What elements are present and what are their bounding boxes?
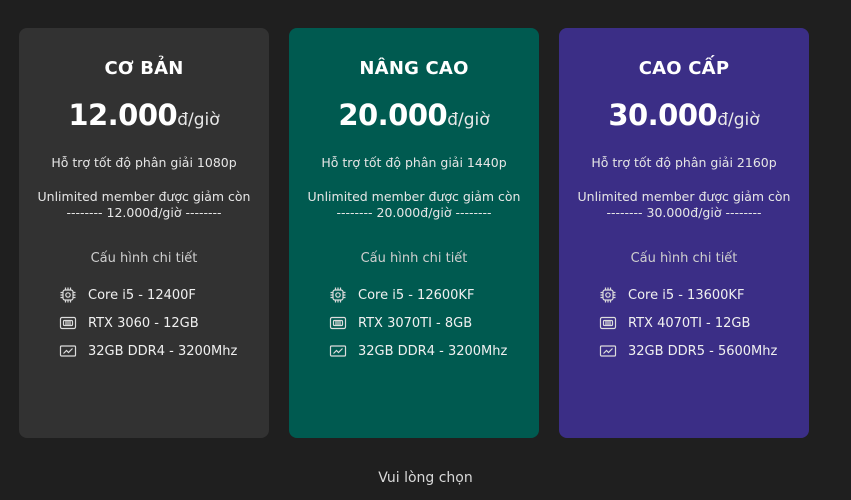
member-discount-line2: -------- 30.000đ/giờ --------: [606, 205, 762, 220]
spec-ram: 32GB DDR4 - 3200Mhz: [59, 337, 237, 365]
plan-price: 12.000đ/giờ: [19, 98, 269, 132]
member-discount: Unlimited member được giảm còn -------- …: [29, 189, 259, 221]
gpu-icon: [329, 314, 347, 332]
price-amount: 30.000: [608, 98, 718, 132]
member-discount: Unlimited member được giảm còn -------- …: [569, 189, 799, 221]
spec-list: Core i5 - 13600KF RTX 4070TI - 12GB 32GB…: [599, 281, 777, 365]
member-discount-line2: -------- 12.000đ/giờ --------: [66, 205, 222, 220]
price-unit: đ/giờ: [717, 110, 760, 130]
select-prompt: Vui lòng chọn: [378, 470, 473, 486]
ram-icon: [599, 342, 617, 360]
spec-label: Core i5 - 12400F: [88, 287, 196, 303]
spec-label: RTX 3060 - 12GB: [88, 315, 199, 331]
plan-card-basic[interactable]: CƠ BẢN 12.000đ/giờ Hỗ trợ tốt độ phân gi…: [19, 28, 269, 438]
spec-gpu: RTX 3060 - 12GB: [59, 309, 237, 337]
spec-label: 32GB DDR5 - 5600Mhz: [628, 343, 778, 359]
plan-title: CƠ BẢN: [104, 58, 184, 79]
cpu-icon: [329, 286, 347, 304]
price-amount: 20.000: [338, 98, 448, 132]
spec-list: Core i5 - 12400F RTX 3060 - 12GB 32GB DD…: [59, 281, 237, 365]
cpu-icon: [59, 286, 77, 304]
spec-ram: 32GB DDR4 - 3200Mhz: [329, 337, 507, 365]
member-discount-line1: Unlimited member được giảm còn: [307, 189, 521, 204]
price-unit: đ/giờ: [447, 110, 490, 130]
spec-list: Core i5 - 12600KF RTX 3070TI - 8GB 32GB …: [329, 281, 507, 365]
member-discount-line1: Unlimited member được giảm còn: [577, 189, 791, 204]
gpu-icon: [599, 314, 617, 332]
spec-cpu: Core i5 - 12400F: [59, 281, 237, 309]
plan-price: 20.000đ/giờ: [289, 98, 539, 132]
spec-label: 32GB DDR4 - 3200Mhz: [358, 343, 508, 359]
spec-gpu: RTX 3070TI - 8GB: [329, 309, 507, 337]
spec-label: Core i5 - 12600KF: [358, 287, 475, 303]
ram-icon: [329, 342, 347, 360]
plan-title: NÂNG CAO: [359, 58, 469, 79]
plan-title: CAO CẤP: [638, 58, 730, 79]
price-unit: đ/giờ: [177, 110, 220, 130]
spec-ram: 32GB DDR5 - 5600Mhz: [599, 337, 777, 365]
resolution-text: Hỗ trợ tốt độ phân giải 1440p: [321, 155, 507, 170]
plan-price: 30.000đ/giờ: [559, 98, 809, 132]
spec-label: 32GB DDR4 - 3200Mhz: [88, 343, 238, 359]
config-title: Cấu hình chi tiết: [630, 251, 738, 266]
config-title: Cấu hình chi tiết: [90, 251, 198, 266]
resolution-text: Hỗ trợ tốt độ phân giải 1080p: [51, 155, 237, 170]
cpu-icon: [599, 286, 617, 304]
spec-cpu: Core i5 - 13600KF: [599, 281, 777, 309]
member-discount-line2: -------- 20.000đ/giờ --------: [336, 205, 492, 220]
spec-label: RTX 4070TI - 12GB: [628, 315, 751, 331]
config-title: Cấu hình chi tiết: [360, 251, 468, 266]
ram-icon: [59, 342, 77, 360]
plan-card-advanced[interactable]: NÂNG CAO 20.000đ/giờ Hỗ trợ tốt độ phân …: [289, 28, 539, 438]
spec-label: Core i5 - 13600KF: [628, 287, 745, 303]
member-discount-line1: Unlimited member được giảm còn: [37, 189, 251, 204]
spec-gpu: RTX 4070TI - 12GB: [599, 309, 777, 337]
resolution-text: Hỗ trợ tốt độ phân giải 2160p: [591, 155, 777, 170]
spec-cpu: Core i5 - 12600KF: [329, 281, 507, 309]
price-amount: 12.000: [68, 98, 178, 132]
spec-label: RTX 3070TI - 8GB: [358, 315, 473, 331]
member-discount: Unlimited member được giảm còn -------- …: [299, 189, 529, 221]
gpu-icon: [59, 314, 77, 332]
plan-card-premium[interactable]: CAO CẤP 30.000đ/giờ Hỗ trợ tốt độ phân g…: [559, 28, 809, 438]
